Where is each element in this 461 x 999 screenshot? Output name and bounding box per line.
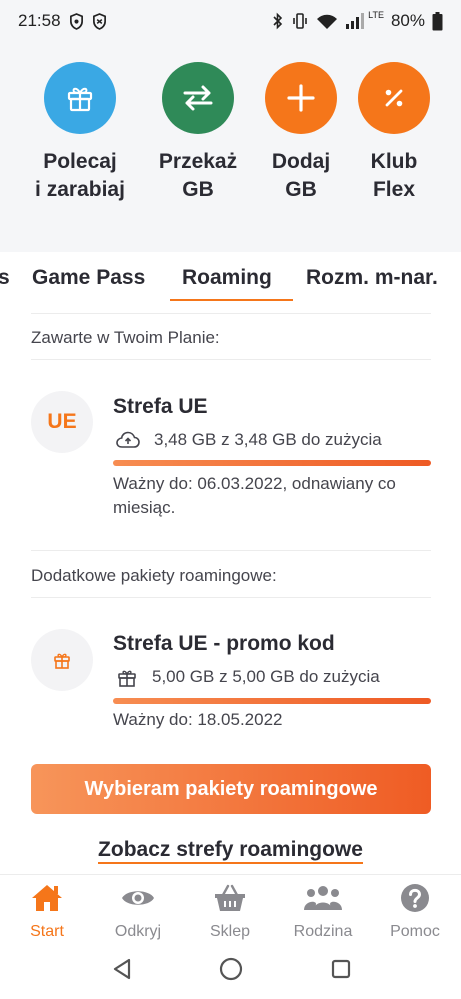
tab-roaming[interactable]: Roaming <box>182 266 272 290</box>
eu-badge-text: UE <box>47 410 77 433</box>
shield-icon <box>69 12 83 30</box>
system-navigation-bar <box>0 944 461 999</box>
nav-start[interactable]: Start <box>7 881 87 941</box>
package-validity: Ważny do: 06.03.2022, odnawiany co miesi… <box>113 474 396 517</box>
bluetooth-icon <box>273 12 283 30</box>
package-title: Strefa UE <box>113 395 208 418</box>
package-usage-text: 3,48 GB z 3,48 GB do zużycia <box>154 430 382 449</box>
plus-icon <box>265 62 337 134</box>
nav-pomoc-label: Pomoc <box>390 923 440 940</box>
nav-odkryj[interactable]: Odkryj <box>98 881 178 941</box>
recents-icon[interactable] <box>329 956 353 982</box>
promo-package-usage: 5,00 GB z 5,00 GB do zużycia <box>116 667 380 687</box>
shield-icon <box>92 12 106 30</box>
refer-and-earn-action[interactable]: Polecaj i zarabiaj <box>25 62 135 204</box>
wifi-icon <box>317 14 338 29</box>
home-icon <box>7 881 87 915</box>
category-tabs: s Game Pass Roaming Rozm. m-nar. <box>0 252 461 304</box>
promo-usage-progress-bar <box>113 698 431 704</box>
nav-start-label: Start <box>30 923 64 940</box>
signal-icon <box>346 13 365 29</box>
gift-icon <box>44 62 116 134</box>
lte-indicator: LTE <box>368 10 384 20</box>
back-icon[interactable] <box>110 956 134 982</box>
help-icon <box>375 881 455 915</box>
bottom-nav: Start Odkryj Sklep Rodzina Pomoc <box>0 874 461 944</box>
transfer-gb-label: Przekaż GB <box>158 150 238 201</box>
promo-package-validity: Ważny do: 18.05.2022 <box>113 710 283 729</box>
nav-odkryj-label: Odkryj <box>114 923 162 940</box>
klub-flex-label: Klub Flex <box>370 150 418 201</box>
gift-icon <box>54 653 70 669</box>
choose-roaming-packages-button[interactable]: Wybieram pakiety roamingowe <box>31 764 431 814</box>
gift-icon <box>118 670 136 687</box>
tab-international-calls[interactable]: Rozm. m-nar. <box>306 266 438 290</box>
promo-package-title: Strefa UE - promo kod <box>113 632 335 655</box>
battery-percent: 80% <box>390 11 425 30</box>
package-usage: 3,48 GB z 3,48 GB do zużycia <box>116 430 382 450</box>
vibrate-icon <box>293 13 307 29</box>
roaming-zones-link[interactable]: Zobacz strefy roamingowe <box>98 838 363 864</box>
nav-sklep[interactable]: Sklep <box>190 881 270 941</box>
tab-game-pass[interactable]: Game Pass <box>32 266 145 290</box>
nav-rodzina-label: Rodzina <box>293 923 353 940</box>
status-bar: 21:58 LTE 80% <box>0 0 461 42</box>
divider <box>31 359 431 360</box>
promo-package-badge <box>31 629 93 691</box>
promo-package-usage-text: 5,00 GB z 5,00 GB do zużycia <box>152 667 380 686</box>
home-circle-icon[interactable] <box>218 956 244 982</box>
basket-icon <box>190 881 270 915</box>
klub-flex-action[interactable]: Klub Flex <box>339 62 449 204</box>
refer-and-earn-label: Polecaj i zarabiaj <box>35 150 125 201</box>
transfer-gb-action[interactable]: Przekaż GB <box>143 62 253 204</box>
active-tab-indicator <box>170 299 293 301</box>
cloud-upload-icon <box>116 431 140 448</box>
status-time: 21:58 <box>18 11 61 30</box>
divider <box>31 550 431 551</box>
included-header: Zawarte w Twoim Planie: <box>31 328 220 347</box>
nav-pomoc[interactable]: Pomoc <box>375 881 455 941</box>
tab-partial[interactable]: s <box>0 266 10 290</box>
percent-icon <box>358 62 430 134</box>
nav-sklep-label: Sklep <box>209 923 251 940</box>
eye-icon <box>98 881 178 915</box>
roaming-zones-link-wrap: Zobacz strefy roamingowe <box>0 838 461 864</box>
divider <box>31 313 431 314</box>
nav-rodzina[interactable]: Rodzina <box>283 881 363 941</box>
additional-header: Dodatkowe pakiety roamingowe: <box>31 566 277 585</box>
usage-progress-bar <box>113 460 431 466</box>
transfer-arrows-icon <box>162 62 234 134</box>
battery-icon <box>432 11 443 30</box>
divider <box>31 597 431 598</box>
family-icon <box>283 881 363 915</box>
eu-zone-badge: UE <box>31 391 93 453</box>
